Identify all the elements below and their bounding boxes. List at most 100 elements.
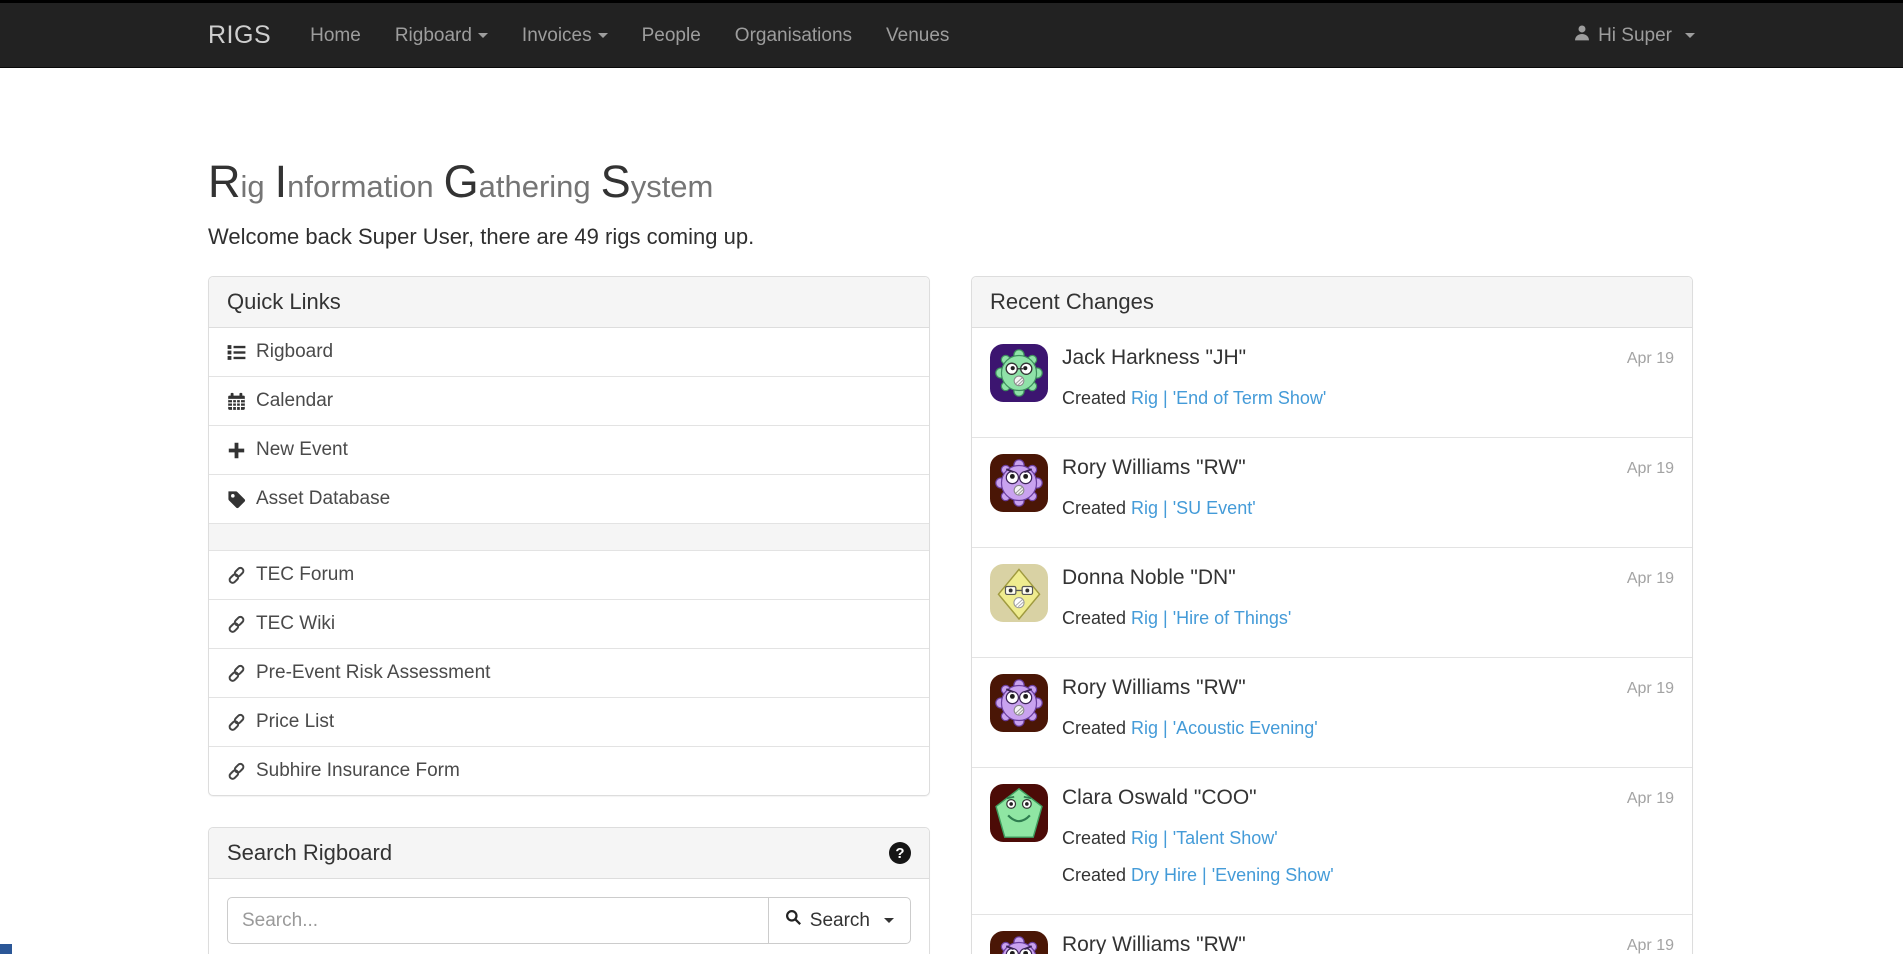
entry-header: Clara Oswald "COO" Apr 19 <box>1062 786 1674 810</box>
user-icon <box>1573 24 1591 48</box>
avatar <box>990 564 1048 622</box>
action-prefix: Created <box>1062 498 1131 518</box>
entry-header: Rory Williams "RW"Apr 19 <box>1062 676 1674 700</box>
quick-link-calendar[interactable]: Calendar <box>209 376 929 425</box>
browser-status-fragment <box>0 944 12 954</box>
nav-item-label: People <box>642 25 701 47</box>
entry-date: Apr 19 <box>1627 933 1674 954</box>
action-link[interactable]: Rig | 'Acoustic Evening' <box>1131 718 1318 738</box>
quick-link-price-list[interactable]: Price List <box>209 697 929 746</box>
title-word: System <box>601 168 714 204</box>
link-icon <box>227 566 246 585</box>
search-icon <box>785 909 802 932</box>
recent-changes-list: Jack Harkness "JH"Apr 19Created Rig | 'E… <box>972 328 1692 954</box>
user-menu[interactable]: Hi Super <box>1573 24 1695 48</box>
entry-action: Created Rig | 'End of Term Show' <box>1062 388 1674 409</box>
quick-link-asset-database[interactable]: Asset Database <box>209 474 929 523</box>
search-button[interactable]: Search <box>768 897 911 944</box>
recent-change-item: Rory Williams "RW"Apr 19 Created Rig | 'A… <box>972 657 1692 767</box>
action-link[interactable]: Rig | 'Hire of Things' <box>1131 608 1291 628</box>
action-link[interactable]: Rig | 'End of Term Show' <box>1131 388 1326 408</box>
entry-body: Rory Williams "RW"Apr 19 Created Rig | 'A… <box>1062 674 1674 739</box>
main-nav: Home Rigboard Invoices People Organisations V… <box>293 3 966 68</box>
action-link[interactable]: Dry Hire | 'Evening Show' <box>1131 865 1334 885</box>
entry-date: Apr 19 <box>1627 566 1674 588</box>
recent-changes-panel: Recent Changes Jack Harkness "JH"Apr 19C… <box>971 276 1693 954</box>
quick-link-label: Asset Database <box>256 488 390 510</box>
link-icon <box>227 762 246 781</box>
quick-link-tec-wiki[interactable]: TEC Wiki <box>209 599 929 648</box>
recent-change-item: Clara Oswald "COO" Apr 19 Created Rig | 'T… <box>972 767 1692 914</box>
quick-links-header: Quick Links <box>209 277 929 328</box>
action-prefix: Created <box>1062 718 1131 738</box>
quick-link-label: Calendar <box>256 390 333 412</box>
recent-change-item: Jack Harkness "JH"Apr 19Created Rig | 'E… <box>972 328 1692 437</box>
left-column: Quick Links Rigboard Calendar New Event Ass… <box>208 276 930 954</box>
nav-item-people[interactable]: People <box>625 3 718 68</box>
action-link[interactable]: Rig | 'SU Event' <box>1131 498 1256 518</box>
entry-name: Clara Oswald "COO" <box>1062 786 1257 810</box>
search-input[interactable] <box>227 897 769 944</box>
nav-item-rigboard[interactable]: Rigboard <box>378 3 505 68</box>
link-icon <box>227 664 246 683</box>
nav-item-organisations[interactable]: Organisations <box>718 3 869 68</box>
entry-date: Apr 19 <box>1627 456 1674 478</box>
avatar <box>990 931 1048 954</box>
entry-name: Rory Williams "RW" <box>1062 456 1246 480</box>
quick-links-list: Rigboard Calendar New Event Asset Database T… <box>209 328 929 795</box>
link-icon <box>227 615 246 634</box>
calendar-icon <box>227 392 246 411</box>
nav-item-label: Rigboard <box>395 25 472 47</box>
caret-down-icon <box>1685 33 1695 38</box>
quick-link-new-event[interactable]: New Event <box>209 425 929 474</box>
recent-change-item: Rory Williams "RW" Apr 19 Created Rig | 'S… <box>972 437 1692 547</box>
quick-link-label: Pre-Event Risk Assessment <box>256 662 490 684</box>
quick-link-subhire-insurance-form[interactable]: Subhire Insurance Form <box>209 746 929 795</box>
entry-date: Apr 19 <box>1627 786 1674 808</box>
recent-change-item: Donna Noble "DN" Apr 19 Created Rig | 'Hir… <box>972 547 1692 657</box>
nav-item-home[interactable]: Home <box>293 3 378 68</box>
entry-body: Donna Noble "DN" Apr 19 Created Rig | 'Hir… <box>1062 564 1674 629</box>
entry-action: Created Rig | 'SU Event' <box>1062 498 1674 519</box>
quick-link-label: Price List <box>256 711 334 733</box>
action-prefix: Created <box>1062 608 1131 628</box>
welcome-message: Welcome back Super User, there are 49 ri… <box>208 224 1695 250</box>
action-prefix: Created <box>1062 865 1131 885</box>
entry-action: Created Rig | 'Talent Show' <box>1062 828 1674 849</box>
right-column: Recent Changes Jack Harkness "JH"Apr 19C… <box>971 276 1693 954</box>
entry-name: Donna Noble "DN" <box>1062 566 1236 590</box>
entry-body: Jack Harkness "JH"Apr 19Created Rig | 'E… <box>1062 344 1674 409</box>
nav-item-venues[interactable]: Venues <box>869 3 966 68</box>
brand-logo[interactable]: RIGS <box>208 21 271 50</box>
entry-header: Rory Williams "RW"Apr 19 <box>1062 933 1674 954</box>
entry-action: Created Dry Hire | 'Evening Show' <box>1062 865 1674 886</box>
search-panel-header: Search Rigboard ? <box>209 828 929 879</box>
search-panel-title: Search Rigboard <box>227 840 392 866</box>
quick-link-label: TEC Forum <box>256 564 354 586</box>
title-word: Gathering <box>444 168 591 204</box>
recent-changes-header: Recent Changes <box>972 277 1692 328</box>
link-icon <box>227 713 246 732</box>
nav-item-invoices[interactable]: Invoices <box>505 3 625 68</box>
entry-date: Apr 19 <box>1627 676 1674 698</box>
user-menu-label: Hi Super <box>1598 25 1672 47</box>
action-prefix: Created <box>1062 388 1131 408</box>
quick-link-tec-forum[interactable]: TEC Forum <box>209 550 929 599</box>
action-link[interactable]: Rig | 'Talent Show' <box>1131 828 1278 848</box>
title-word: Rig <box>208 168 265 204</box>
quick-link-label: TEC Wiki <box>256 613 335 635</box>
entry-date: Apr 19 <box>1627 346 1674 368</box>
entry-header: Donna Noble "DN" Apr 19 <box>1062 566 1674 590</box>
quick-link-label: New Event <box>256 439 348 461</box>
main-content: RigInformationGatheringSystem Welcome ba… <box>193 156 1710 954</box>
caret-down-icon <box>598 33 608 38</box>
nav-item-label: Organisations <box>735 25 852 47</box>
quick-link-rigboard[interactable]: Rigboard <box>209 328 929 376</box>
entry-action: Created Rig | 'Acoustic Evening' <box>1062 718 1674 739</box>
nav-item-label: Home <box>310 25 361 47</box>
quick-link-pre-event-risk-assessment[interactable]: Pre-Event Risk Assessment <box>209 648 929 697</box>
caret-down-icon <box>478 33 488 38</box>
question-circle-icon[interactable]: ? <box>889 842 911 864</box>
avatar <box>990 344 1048 402</box>
quick-links-panel: Quick Links Rigboard Calendar New Event Ass… <box>208 276 930 796</box>
